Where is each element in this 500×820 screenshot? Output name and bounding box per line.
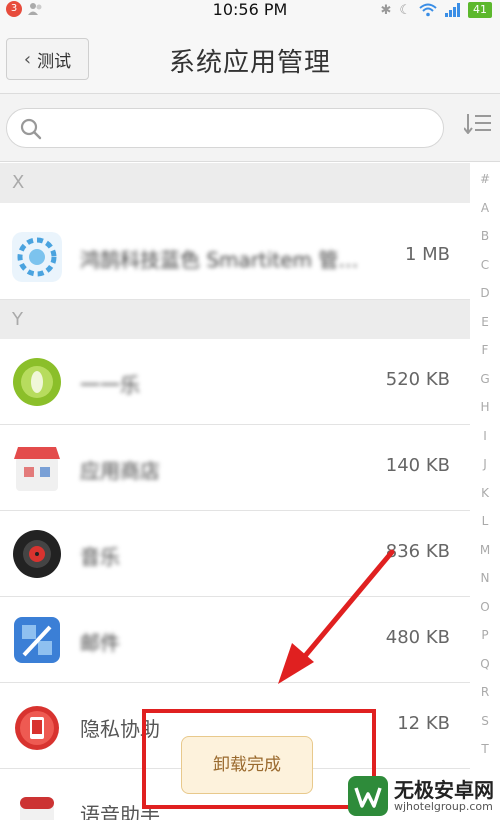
app-size: 140 KB [385,455,450,476]
index-letter[interactable]: M [470,536,500,565]
section-header-x: X [0,163,470,203]
green-circle-icon [13,358,61,406]
index-letter[interactable]: B [470,222,500,251]
music-disc-icon [13,530,61,578]
page-title: 系统应用管理 [168,48,331,78]
index-letter[interactable]: T [470,735,500,764]
blue-app-icon [14,617,60,663]
index-letter[interactable]: F [470,336,500,365]
toast-message: 卸载完成 [181,736,313,794]
list-item[interactable]: 一一乐 520 KB [0,339,470,425]
index-letter[interactable]: I [470,422,500,451]
bluetooth-icon: ✱ [380,2,392,18]
search-bar [0,94,500,162]
index-letter[interactable]: P [470,621,500,650]
section-header-y: Y [0,300,470,340]
index-letter[interactable]: K [470,479,500,508]
app-name: 一一乐 [80,373,140,397]
index-letter[interactable]: S [470,707,500,736]
index-letter[interactable]: A [470,194,500,223]
index-letter[interactable]: L [470,507,500,536]
list-item[interactable]: 鸿鹄科技蓝色 Smartitem 管… 1 MB [0,214,470,300]
status-right: ✱ ☾ 41 [380,2,492,18]
search-input[interactable] [6,108,444,148]
index-letter[interactable]: E [470,308,500,337]
app-size: 836 KB [385,541,450,562]
app-name: 音乐 [80,545,120,569]
alphabet-index[interactable]: # A B C D E F G H I J K L M N O P Q R S T [470,165,500,820]
app-size: 1 MB [404,244,450,265]
index-letter[interactable]: # [470,165,500,194]
app-size: 520 KB [385,369,450,390]
index-letter[interactable]: O [470,593,500,622]
app-name: 应用商店 [80,459,160,483]
list-item[interactable]: 音乐 836 KB [0,511,470,597]
pill-icon [20,797,54,820]
app-name: 鸿鹄科技蓝色 Smartitem 管… [80,248,359,272]
red-store-icon [14,447,60,491]
index-letter[interactable]: D [470,279,500,308]
list-item[interactable]: 应用商店 140 KB [0,425,470,511]
moon-icon: ☾ [399,2,411,18]
watermark-logo-icon [348,776,388,816]
index-letter[interactable]: J [470,450,500,479]
sort-icon[interactable] [464,112,492,134]
watermark-url: wjhotelgroup.com [394,799,493,813]
index-letter[interactable]: H [470,393,500,422]
blue-gear-icon [12,232,62,282]
index-letter[interactable]: Q [470,650,500,679]
status-bar: 3 10:56 PM ✱ ☾ 41 [0,0,500,22]
app-name: 邮件 [80,631,120,655]
app-size: 12 KB [397,713,450,734]
index-letter[interactable]: C [470,251,500,280]
wifi-icon [419,3,437,17]
watermark-title: 无极安卓网 [394,777,494,802]
signal-icon [445,3,460,17]
header: ‹ 测试 系统应用管理 [0,22,500,94]
list-item[interactable]: 邮件 480 KB [0,597,470,683]
watermark: 无极安卓网 wjhotelgroup.com [348,776,494,816]
index-letter[interactable]: R [470,678,500,707]
robot-phone-icon [15,706,59,750]
index-letter[interactable]: N [470,564,500,593]
search-icon [20,118,42,140]
index-letter[interactable]: G [470,365,500,394]
app-size: 480 KB [385,627,450,648]
battery-indicator: 41 [468,2,492,18]
